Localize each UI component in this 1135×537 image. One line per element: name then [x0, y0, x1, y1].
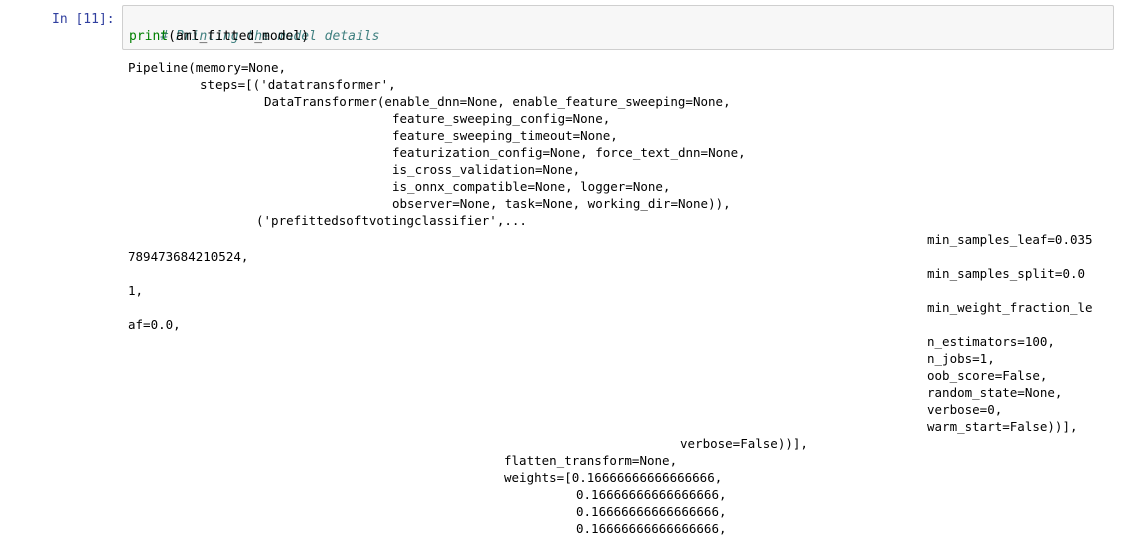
cell-output: Pipeline(memory=None, steps=[('datatrans… — [128, 59, 1128, 536]
output-line: 0.16666666666666666, — [576, 487, 727, 502]
output-line: oob_score=False, — [927, 368, 1048, 383]
output-line: featurization_config=None, force_text_dn… — [392, 145, 746, 160]
output-line: af=0.0, — [128, 317, 181, 332]
output-line: min_weight_fraction_le — [927, 300, 1093, 315]
output-line: min_samples_split=0.0 — [927, 266, 1086, 281]
output-line: 1, — [128, 283, 144, 298]
cell-prompt: In [11]: — [52, 12, 115, 27]
output-line: is_onnx_compatible=None, logger=None, — [392, 179, 671, 194]
output-line: n_jobs=1, — [927, 351, 995, 366]
output-line: steps=[('datatransformer', — [200, 77, 396, 92]
output-line: weights=[0.16666666666666666, — [504, 470, 723, 485]
output-line: feature_sweeping_config=None, — [392, 111, 611, 126]
code-cell-input[interactable]: # Printing the model details print(aml_f… — [122, 5, 1114, 50]
output-line: DataTransformer(enable_dnn=None, enable_… — [264, 94, 731, 109]
output-line: warm_start=False))], — [927, 419, 1078, 434]
output-line: is_cross_validation=None, — [392, 162, 581, 177]
output-line: 0.16666666666666666, — [576, 521, 727, 536]
output-line: ('prefittedsoftvotingclassifier',... — [256, 213, 527, 228]
output-line: flatten_transform=None, — [504, 453, 678, 468]
output-line: min_samples_leaf=0.035 — [927, 232, 1093, 247]
output-line: observer=None, task=None, working_dir=No… — [392, 196, 731, 211]
output-line: feature_sweeping_timeout=None, — [392, 128, 618, 143]
output-line: verbose=0, — [927, 402, 1003, 417]
output-line: 0.16666666666666666, — [576, 504, 727, 519]
output-line: random_state=None, — [927, 385, 1063, 400]
output-line: n_estimators=100, — [927, 334, 1055, 349]
code-statement: print(aml_fitted_model) — [129, 28, 309, 45]
output-line: verbose=False))], — [680, 436, 808, 451]
code-args: (aml_fitted_model) — [168, 29, 310, 44]
output-line: 789473684210524, — [128, 249, 249, 264]
output-line: Pipeline(memory=None, — [128, 60, 287, 75]
code-func: print — [129, 29, 169, 44]
